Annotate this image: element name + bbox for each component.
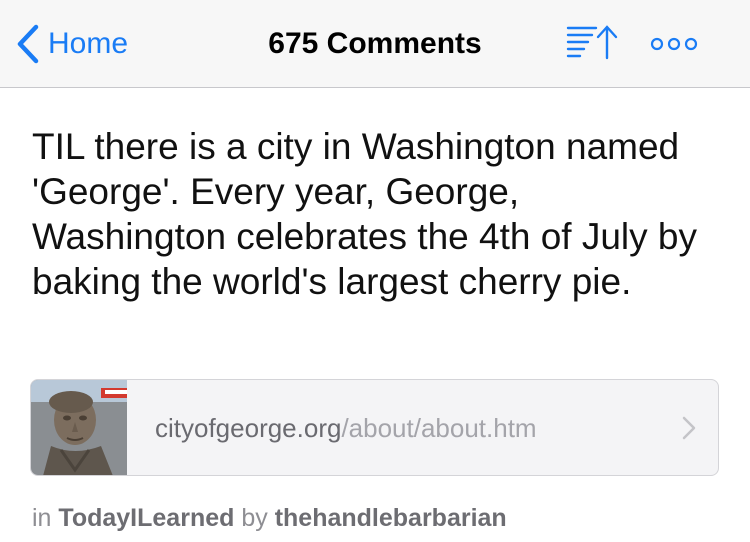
post-title[interactable]: TIL there is a city in Washington named … <box>32 124 722 304</box>
more-button[interactable] <box>644 22 704 66</box>
ellipsis-icon <box>650 37 698 51</box>
page-title: 675 Comments <box>268 27 482 60</box>
chevron-left-icon <box>17 24 39 64</box>
george-washington-bust-thumbnail <box>31 380 127 475</box>
sort-up-icon <box>566 25 618 60</box>
link-preview-card[interactable]: cityofgeorge.org/about/about.htm <box>30 379 719 476</box>
navigation-bar: Home 675 Comments <box>0 0 750 88</box>
link-domain: cityofgeorge.org <box>155 413 342 443</box>
link-url: cityofgeorge.org/about/about.htm <box>155 380 537 475</box>
link-path: /about/about.htm <box>341 413 537 443</box>
chevron-right-icon <box>682 416 696 440</box>
subreddit-link[interactable]: TodayILearned <box>58 504 234 532</box>
back-button[interactable]: Home <box>16 22 128 66</box>
meta-by: by <box>241 504 268 532</box>
back-label: Home <box>48 27 129 60</box>
post-meta: in TodayILearned by thehandlebarbarian <box>32 502 507 534</box>
sort-button[interactable] <box>560 22 626 66</box>
meta-prefix: in <box>32 504 52 532</box>
author-link[interactable]: thehandlebarbarian <box>275 504 507 532</box>
